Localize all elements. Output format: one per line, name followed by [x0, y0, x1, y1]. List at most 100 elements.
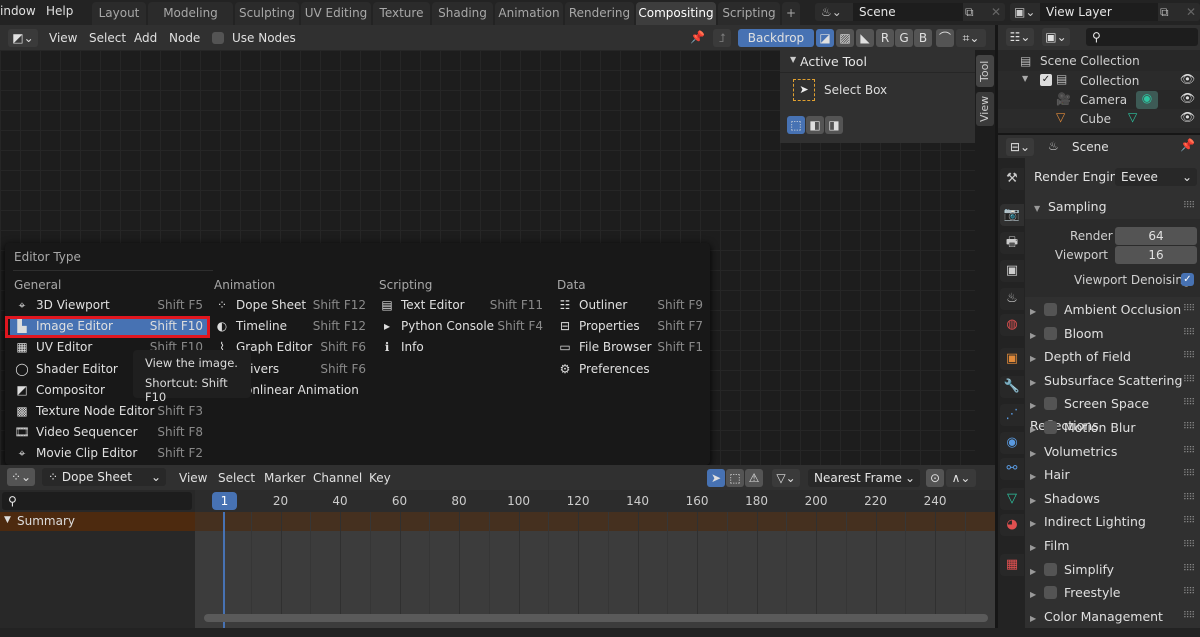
- render-samples-field[interactable]: 64: [1115, 227, 1197, 245]
- viewport-denoising-checkbox[interactable]: ✓: [1181, 273, 1194, 286]
- snap-mode-icon[interactable]: ⌗⌄: [956, 29, 986, 47]
- tab-tool[interactable]: Tool: [976, 55, 994, 87]
- output-icon[interactable]: 🖶: [1000, 232, 1024, 254]
- menu-item-outliner[interactable]: ☷ Outliner Shift F9: [553, 295, 709, 315]
- panel-shadows[interactable]: ▶ Shadows: [1030, 489, 1100, 509]
- parent-node-icon[interactable]: ⮥: [713, 29, 731, 47]
- active-tool-heading[interactable]: Active Tool: [800, 54, 867, 69]
- panel-checkbox[interactable]: [1044, 421, 1057, 434]
- scene-collection[interactable]: Scene Collection: [1040, 54, 1140, 68]
- properties-editor-icon[interactable]: ⊟⌄: [1006, 138, 1034, 156]
- panel-film[interactable]: ▶ Film: [1030, 536, 1069, 556]
- new-scene-icon[interactable]: ⧉: [965, 3, 974, 21]
- texture-icon[interactable]: ▦: [1000, 554, 1024, 576]
- outliner-item-collection[interactable]: Collection: [1080, 74, 1139, 88]
- modifier-icon[interactable]: 🔧: [1000, 376, 1024, 398]
- menu-item-preferences[interactable]: ⚙ Preferences: [553, 359, 709, 379]
- menu-item-movie-clip-editor[interactable]: ⌖ Movie Clip Editor Shift F2: [10, 443, 209, 463]
- only-selected-icon[interactable]: ➤: [707, 469, 725, 487]
- editor-type-button[interactable]: ◩⌄: [8, 29, 38, 47]
- pin-icon[interactable]: 📌: [690, 30, 705, 44]
- drag-handle-icon[interactable]: ⠿⠿: [1183, 398, 1195, 408]
- sampling-panel-header[interactable]: ▼ Sampling: [1034, 197, 1107, 217]
- drag-handle-icon[interactable]: ⠿⠿: [1183, 351, 1195, 361]
- drag-handle-icon[interactable]: ⠿⠿: [1183, 516, 1195, 526]
- tab-shading[interactable]: Shading: [432, 2, 493, 25]
- drag-handle-icon[interactable]: ⠿⠿: [1183, 375, 1195, 385]
- panel-hair[interactable]: ▶ Hair: [1030, 465, 1070, 485]
- drag-handle-icon[interactable]: ⠿⠿: [1183, 328, 1195, 338]
- drag-handle-icon[interactable]: ⠿⠿: [1183, 446, 1195, 456]
- channel-r-button[interactable]: R: [876, 29, 894, 47]
- panel-checkbox[interactable]: [1044, 397, 1057, 411]
- close-icon[interactable]: ✕: [991, 3, 1001, 21]
- menu-view[interactable]: View: [179, 471, 207, 485]
- view-layer-icon[interactable]: ▣: [1000, 260, 1024, 282]
- panel-checkbox[interactable]: [1044, 303, 1057, 316]
- menu-item-text-editor[interactable]: ▤ Text Editor Shift F11: [375, 295, 549, 315]
- object-icon[interactable]: ▣: [1000, 348, 1024, 370]
- summary-channel[interactable]: ▼ Summary: [0, 512, 195, 531]
- panel-simplify[interactable]: ▶ Simplify: [1030, 560, 1114, 580]
- select-box-icon[interactable]: ➤: [793, 79, 815, 101]
- outliner-item-camera[interactable]: Camera: [1080, 93, 1127, 107]
- collection-checkbox[interactable]: ✓: [1040, 74, 1052, 86]
- mode-new-icon[interactable]: ⬚: [787, 116, 805, 134]
- constraints-icon[interactable]: ⚯: [1000, 458, 1024, 480]
- render-icon[interactable]: 📷: [1000, 204, 1024, 226]
- world-icon[interactable]: ◍: [1000, 314, 1024, 336]
- errors-icon[interactable]: ⚠: [745, 469, 763, 487]
- editor-type-button[interactable]: ⁘⌄: [7, 468, 35, 486]
- panel-checkbox[interactable]: [1044, 326, 1057, 340]
- render-engine-dropdown[interactable]: Eevee ⌄: [1115, 168, 1197, 186]
- menu-item-video-sequencer[interactable]: 🎞 Video Sequencer Shift F8: [10, 422, 209, 442]
- drag-handle-icon[interactable]: ⠿⠿: [1183, 564, 1195, 574]
- outliner-editor-icon[interactable]: ☷⌄: [1006, 28, 1034, 46]
- panel-motion-blur[interactable]: ▶ Motion Blur: [1030, 418, 1135, 438]
- menu-item-python-console[interactable]: ▸ Python Console Shift F4: [375, 316, 549, 336]
- drag-handle-icon[interactable]: ⠿⠿: [1183, 611, 1195, 621]
- menu-help[interactable]: Help: [46, 4, 73, 18]
- panel-indirect-lighting[interactable]: ▶ Indirect Lighting: [1030, 512, 1146, 532]
- panel-depth-of-field[interactable]: ▶ Depth of Field: [1030, 347, 1131, 367]
- tab-view[interactable]: View: [976, 92, 994, 126]
- tab-rendering[interactable]: Rendering: [565, 2, 634, 25]
- eye-icon[interactable]: 👁: [1180, 110, 1195, 124]
- snap-dropdown[interactable]: Nearest Frame ⌄: [808, 469, 920, 487]
- mesh-data-icon[interactable]: ▽: [1128, 110, 1137, 124]
- tab-compositing[interactable]: Compositing: [636, 2, 716, 25]
- menu-select[interactable]: Select: [218, 471, 255, 485]
- menu-item-3d-viewport[interactable]: ⌖ 3D Viewport Shift F5: [10, 295, 209, 315]
- view-layer-selector[interactable]: ▣⌄ View Layer ⧉ ✕: [1010, 3, 1200, 21]
- channel-g-button[interactable]: G: [895, 29, 913, 47]
- panel-color-management[interactable]: ▶ Color Management: [1030, 607, 1163, 627]
- tab-uv-editing[interactable]: UV Editing: [301, 2, 371, 25]
- drag-handle-icon[interactable]: ⠿⠿: [1183, 587, 1195, 597]
- backdrop-button[interactable]: Backdrop: [738, 29, 814, 47]
- panel-volumetrics[interactable]: ▶ Volumetrics: [1030, 442, 1117, 462]
- material-icon[interactable]: ◕: [1000, 514, 1024, 536]
- tab--[interactable]: +: [782, 2, 800, 25]
- menu-item-file-browser[interactable]: ▭ File Browser Shift F1: [553, 337, 709, 357]
- tab-animation[interactable]: Animation: [495, 2, 563, 25]
- viewport-samples-field[interactable]: 16: [1115, 246, 1197, 264]
- pin-icon[interactable]: 📌: [1180, 138, 1195, 152]
- menu-item-timeline[interactable]: ◐ Timeline Shift F12: [210, 316, 372, 336]
- panel-screen-space-reflections[interactable]: ▶ Screen Space Reflections: [1030, 394, 1200, 433]
- backdrop-color-alpha-icon[interactable]: ◪: [816, 29, 834, 47]
- snap-icon[interactable]: ⌒: [936, 29, 954, 47]
- menu-view[interactable]: View: [49, 31, 77, 45]
- menu-item-texture-node-editor[interactable]: ▩ Texture Node Editor Shift F3: [10, 401, 209, 421]
- panel-subsurface-scattering[interactable]: ▶ Subsurface Scattering: [1030, 371, 1182, 391]
- drag-handle-icon[interactable]: ⠿⠿: [1183, 469, 1195, 479]
- outliner-search-input[interactable]: ⚲: [1086, 28, 1198, 46]
- particles-icon[interactable]: ⋰: [1000, 404, 1024, 426]
- outliner-item-cube[interactable]: Cube: [1080, 112, 1111, 126]
- expand-icon[interactable]: ▼: [1022, 74, 1028, 83]
- eye-icon[interactable]: 👁: [1180, 72, 1195, 86]
- use-nodes-checkbox[interactable]: [212, 32, 224, 44]
- object-data-icon[interactable]: ▽: [1000, 488, 1024, 510]
- drag-handle-icon[interactable]: ⠿⠿: [1183, 422, 1195, 432]
- proportional-edit-icon[interactable]: ⊙: [926, 469, 944, 487]
- backdrop-alpha-icon[interactable]: ◣: [856, 29, 874, 47]
